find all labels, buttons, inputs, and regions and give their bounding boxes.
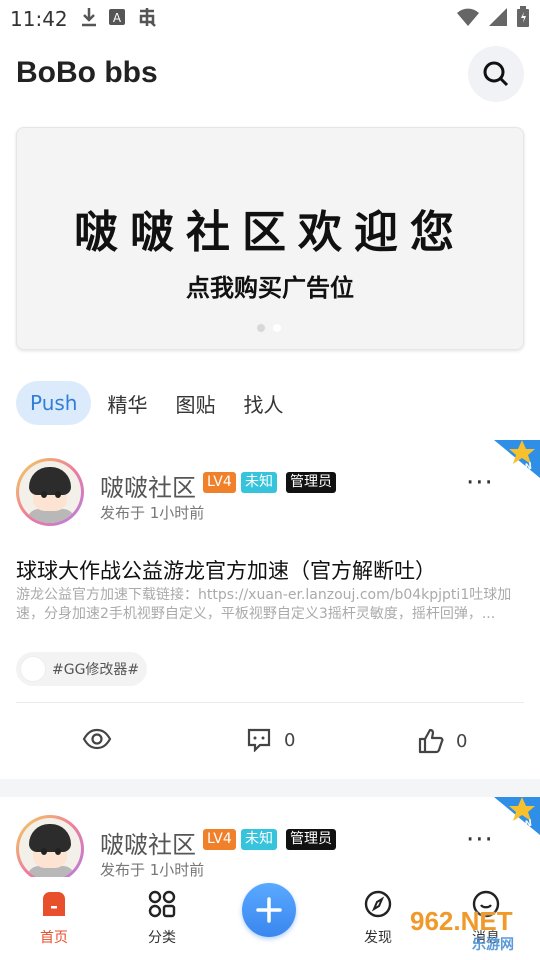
- unknown-badge: 未知: [241, 829, 277, 850]
- status-system: [456, 6, 530, 28]
- wifi-icon: [457, 8, 479, 26]
- tag-icon: [20, 656, 46, 682]
- thumbs-up-icon: [418, 728, 444, 754]
- divider: [16, 702, 524, 703]
- avatar[interactable]: [16, 815, 84, 877]
- post-time: 发布于 1小时前: [100, 504, 205, 522]
- level-badge: LV4: [203, 829, 236, 850]
- tab-featured[interactable]: 精华: [107, 389, 147, 418]
- svg-text:A: A: [113, 11, 122, 25]
- post-excerpt[interactable]: 游龙公益官方加速下载链接：https://xuan-er.lanzouj.com…: [16, 586, 526, 624]
- nav-discover[interactable]: 发现: [348, 889, 408, 947]
- like-count: 0: [456, 730, 468, 752]
- app-icon: [139, 8, 156, 27]
- search-button[interactable]: [468, 46, 524, 102]
- watermark-sub: 乐游网: [472, 937, 514, 953]
- create-post-button[interactable]: [242, 883, 296, 937]
- like-button[interactable]: 0: [418, 728, 467, 754]
- admin-badge: 管理员: [286, 829, 336, 850]
- new-ribbon-icon: NEW: [494, 440, 540, 478]
- tab-push[interactable]: Push: [16, 381, 92, 425]
- signal-icon: [489, 8, 507, 26]
- post-time: 发布于 1小时前: [100, 861, 205, 877]
- comment-button[interactable]: 0: [246, 728, 295, 752]
- post-tag[interactable]: #GG修改器#: [16, 652, 148, 686]
- banner-subtitle: 点我购买广告位: [186, 274, 354, 302]
- watermark-text: 962.NET: [410, 906, 513, 936]
- home-icon: [43, 892, 65, 916]
- banner-dot[interactable]: [257, 324, 265, 332]
- grid-icon: [148, 890, 176, 918]
- banner-title: 啵啵社区欢迎您: [74, 207, 466, 258]
- search-icon: [483, 61, 509, 87]
- compass-icon: [364, 890, 392, 918]
- a-icon: A: [109, 9, 125, 25]
- unknown-badge: 未知: [241, 472, 277, 493]
- status-bar: 11:42 A: [0, 0, 540, 38]
- author-name[interactable]: 啵啵社区: [100, 468, 196, 503]
- tab-find-people[interactable]: 找人: [243, 389, 283, 418]
- more-options-button[interactable]: ···: [466, 468, 494, 498]
- feed-tabs: Push 精华 图贴 找人: [16, 381, 311, 425]
- more-options-button[interactable]: ···: [466, 825, 494, 855]
- post-card[interactable]: NEW 啵啵社区 LV4 未知 管理员 发布于 1小时前 ··· 球球大作战公益…: [0, 440, 540, 780]
- page-title: BoBo bbs: [16, 56, 158, 89]
- tab-images[interactable]: 图贴: [175, 389, 215, 418]
- battery-icon: [517, 6, 529, 27]
- new-ribbon-text: NEW: [509, 818, 535, 835]
- avatar[interactable]: [16, 458, 84, 526]
- comment-icon: [247, 728, 271, 752]
- view-count[interactable]: [82, 728, 112, 750]
- nav-home-label: 首页: [40, 930, 68, 946]
- plus-icon: [256, 897, 282, 923]
- post-title[interactable]: 球球大作战公益游龙官方加速（官方解断吐）: [16, 555, 436, 585]
- status-notifications: A: [80, 6, 158, 28]
- banner-pagination: [257, 324, 281, 332]
- new-ribbon-icon: NEW: [494, 797, 540, 835]
- nav-category[interactable]: 分类: [132, 889, 192, 947]
- nav-home[interactable]: 首页: [24, 889, 84, 947]
- post-card[interactable]: NEW 啵啵社区 LV4 未知 管理员 发布于 1小时前 ···: [0, 797, 540, 877]
- eye-icon: [82, 728, 112, 750]
- nav-category-label: 分类: [148, 930, 176, 946]
- author-name[interactable]: 啵啵社区: [100, 825, 196, 860]
- admin-badge: 管理员: [286, 472, 336, 493]
- banner-dot-active[interactable]: [273, 324, 281, 332]
- tag-label: #GG修改器#: [52, 662, 140, 678]
- status-time: 11:42: [10, 7, 68, 31]
- download-icon: [82, 8, 96, 27]
- nav-discover-label: 发现: [364, 930, 392, 946]
- post-separator: [0, 779, 540, 797]
- watermark-logo: 962.NET 乐游网: [402, 902, 536, 954]
- level-badge: LV4: [203, 472, 236, 493]
- new-ribbon-text: NEW: [509, 461, 535, 478]
- comment-count: 0: [284, 729, 296, 751]
